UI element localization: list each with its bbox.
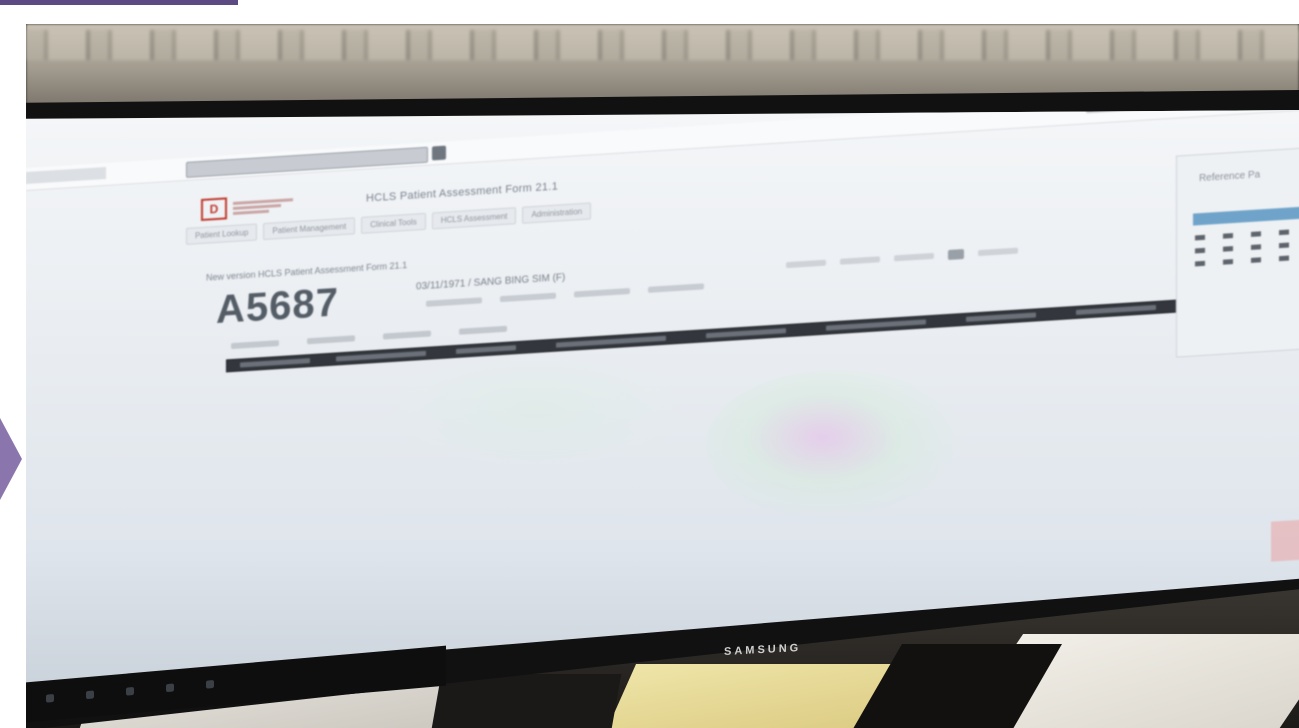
moire-glare (706, 370, 966, 520)
calendar-day[interactable] (1251, 231, 1261, 237)
slide-accent-bar (0, 0, 238, 5)
taskbar-app-icon[interactable] (126, 686, 134, 696)
reference-panel: Reference Pa (1176, 147, 1299, 358)
monitor-stand (430, 674, 622, 728)
reference-panel-title: Reference Pa (1199, 169, 1261, 185)
section-label (706, 328, 786, 339)
calendar-day[interactable] (1195, 234, 1205, 241)
action-link[interactable] (840, 256, 880, 265)
action-link[interactable] (894, 252, 934, 262)
secondary-nav-item[interactable] (307, 335, 355, 345)
tab-patient-management[interactable]: Patient Management (263, 217, 356, 241)
secondary-nav-item[interactable] (459, 325, 507, 335)
section-label (1076, 304, 1156, 315)
patient-field (648, 283, 704, 293)
patient-field (574, 287, 630, 298)
tab-hcls-assessment[interactable]: HCLS Assessment (431, 207, 517, 230)
taskbar-app-icon[interactable] (206, 679, 214, 689)
calendar-header[interactable] (1193, 206, 1299, 226)
action-button[interactable] (948, 248, 964, 260)
section-label (240, 358, 310, 368)
page-title: New version HCLS Patient Assessment Form… (206, 260, 408, 283)
section-label (826, 319, 926, 331)
section-label (966, 312, 1036, 322)
taskbar-app-icon[interactable] (86, 690, 94, 700)
monitor-photo: D HCLS Patient Assessment Form 21.1 Pati… (26, 24, 1299, 728)
calendar-day[interactable] (1251, 257, 1261, 263)
logo-lines (233, 197, 303, 215)
tab-patient-lookup[interactable]: Patient Lookup (186, 223, 258, 245)
calendar-day[interactable] (1279, 255, 1289, 262)
start-icon[interactable] (46, 693, 54, 703)
calendar-day[interactable] (1251, 244, 1261, 250)
slide: D HCLS Patient Assessment Form 21.1 Pati… (0, 0, 1299, 728)
logo-mark-icon: D (201, 197, 227, 221)
action-link[interactable] (978, 247, 1018, 257)
calendar-grid (1195, 229, 1297, 267)
calendar-day[interactable] (1279, 229, 1289, 236)
calendar-day[interactable] (1195, 260, 1205, 267)
patient-actions (786, 246, 1018, 271)
tab-clinical-tools[interactable]: Clinical Tools (361, 212, 426, 234)
slide-next-arrow-icon[interactable] (0, 418, 22, 500)
patient-field (500, 292, 556, 303)
calendar-day[interactable] (1279, 242, 1289, 249)
calendar-day[interactable] (1195, 247, 1205, 254)
secondary-nav-item[interactable] (231, 340, 279, 350)
tab-administration[interactable]: Administration (522, 202, 592, 224)
secondary-nav-item[interactable] (383, 330, 431, 340)
calendar-day[interactable] (1223, 246, 1233, 252)
organisation-logo: D (201, 193, 303, 221)
search-button[interactable] (432, 145, 446, 161)
taskbar-app-icon[interactable] (166, 683, 174, 693)
app-title: HCLS Patient Assessment Form 21.1 (366, 180, 559, 205)
calendar-day[interactable] (1223, 233, 1233, 239)
section-label (556, 335, 666, 348)
screen-glare (386, 350, 686, 470)
browser-toolbar (26, 110, 1299, 191)
patient-id: A5687 (216, 280, 339, 333)
patient-field (426, 297, 482, 307)
action-link[interactable] (786, 259, 826, 269)
screen-corner-button[interactable] (1271, 519, 1299, 562)
patient-details: 03/11/1971 / SANG BING SIM (F) (416, 272, 566, 293)
calendar-day[interactable] (1223, 259, 1233, 265)
background-papers (26, 30, 1299, 60)
